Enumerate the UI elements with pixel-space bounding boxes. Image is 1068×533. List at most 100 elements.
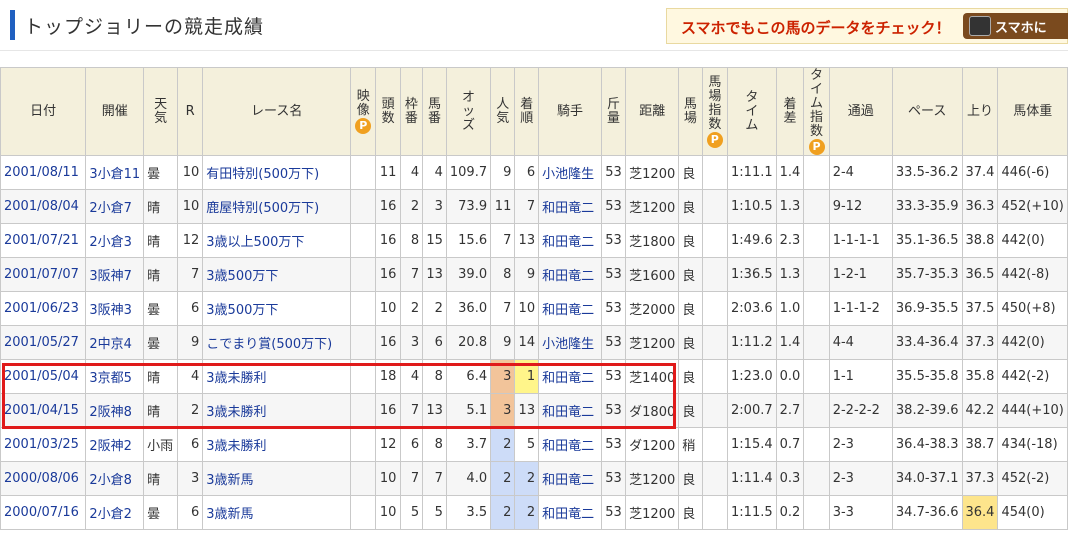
kaisai-link[interactable]: 2小倉7 (85, 189, 145, 224)
jockey-link[interactable]: 和田竜二 (538, 427, 602, 462)
race-name-link[interactable]: 3歳以上500万下 (202, 223, 352, 258)
jockey-link-text[interactable]: 和田竜二 (542, 439, 594, 454)
kaisai-link[interactable]: 2小倉8 (85, 461, 145, 496)
race-date-link[interactable]: 2001/05/04 (0, 359, 87, 394)
smartphone-button[interactable]: スマホに (963, 13, 1068, 39)
jockey-link[interactable]: 和田竜二 (538, 291, 602, 326)
race-name-link[interactable]: こでまり賞(500万下) (202, 325, 352, 360)
race-name-link[interactable]: 3歳500万下 (202, 257, 352, 292)
baba-text: 良 (682, 303, 696, 318)
jockey-link-text[interactable]: 和田竜二 (542, 303, 594, 318)
race-date-link-text[interactable]: 2001/04/15 (4, 403, 79, 418)
time: 1:23.0 (727, 359, 777, 394)
jockey-link-text[interactable]: 和田竜二 (542, 269, 594, 284)
jockey-link-text[interactable]: 和田竜二 (542, 201, 594, 216)
kaisai-link[interactable]: 2小倉3 (85, 223, 145, 258)
kaisai-link[interactable]: 2中京4 (85, 325, 145, 360)
race-date-link-text[interactable]: 2001/03/25 (4, 437, 79, 452)
race-name-link[interactable]: 3歳新馬 (202, 461, 352, 496)
distance-text: 芝1400 (629, 371, 676, 386)
race-name-link[interactable]: 3歳未勝利 (202, 393, 352, 428)
race-name-link-text[interactable]: こでまり賞(500万下) (206, 337, 332, 352)
jockey-link[interactable]: 和田竜二 (538, 189, 602, 224)
kaisai-link-text[interactable]: 2小倉2 (89, 507, 132, 522)
kaisai-link-text[interactable]: 2中京4 (89, 337, 132, 352)
race-date-link[interactable]: 2001/07/07 (0, 257, 87, 292)
kaisai-link[interactable]: 2阪神2 (85, 427, 145, 462)
kaisai-link-text[interactable]: 3阪神7 (89, 269, 132, 284)
race-name-link-text[interactable]: 3歳新馬 (206, 507, 253, 522)
race-date-link-text[interactable]: 2001/06/23 (4, 301, 79, 316)
kaisai-link-text[interactable]: 3京都5 (89, 371, 132, 386)
jockey-link[interactable]: 和田竜二 (538, 461, 602, 496)
race-name-link-text[interactable]: 3歳500万下 (206, 303, 278, 318)
kaisai-link[interactable]: 2小倉2 (85, 495, 145, 530)
jockey-link-text[interactable]: 小池隆生 (542, 167, 594, 182)
baba-text: 稍 (682, 439, 696, 454)
race-name-link-text[interactable]: 3歳未勝利 (206, 439, 266, 454)
race-name-link[interactable]: 3歳未勝利 (202, 427, 352, 462)
jockey-link-text[interactable]: 小池隆生 (542, 337, 594, 352)
race-date-link[interactable]: 2001/04/15 (0, 393, 87, 428)
race-date-link-text[interactable]: 2001/05/04 (4, 369, 79, 384)
race-date-link[interactable]: 2000/07/16 (0, 495, 87, 530)
kaisai-link[interactable]: 2阪神8 (85, 393, 145, 428)
race-name-link-text[interactable]: 3歳新馬 (206, 473, 253, 488)
chaku-text: 2 (526, 505, 536, 520)
jockey-link[interactable]: 小池隆生 (538, 325, 602, 360)
jockey-link[interactable]: 和田竜二 (538, 257, 602, 292)
jockey-link-text[interactable]: 和田竜二 (542, 235, 594, 250)
race-name-link-text[interactable]: 3歳500万下 (206, 269, 278, 284)
race-name-link[interactable]: 3歳未勝利 (202, 359, 352, 394)
kaisai-link[interactable]: 3小倉11 (85, 155, 145, 190)
kaisai-link-text[interactable]: 3阪神3 (89, 303, 132, 318)
kaisai-link-text[interactable]: 2阪神2 (89, 439, 132, 454)
race-date-link[interactable]: 2001/05/27 (0, 325, 87, 360)
race-date-link-text[interactable]: 2001/08/04 (4, 199, 79, 214)
race-date-link-text[interactable]: 2001/08/11 (4, 165, 79, 180)
race-name-link[interactable]: 3歳新馬 (202, 495, 352, 530)
race-date-link[interactable]: 2001/07/21 (0, 223, 87, 258)
agari: 35.8 (961, 359, 999, 394)
jockey-link-text[interactable]: 和田竜二 (542, 473, 594, 488)
race-date-link-text[interactable]: 2001/07/07 (4, 267, 79, 282)
jockey-link-text[interactable]: 和田竜二 (542, 405, 594, 420)
jockey-link[interactable]: 和田竜二 (538, 495, 602, 530)
jockey-link[interactable]: 和田竜二 (538, 359, 602, 394)
race-date-link[interactable]: 2001/08/04 (0, 189, 87, 224)
kaisai-link[interactable]: 3阪神3 (85, 291, 145, 326)
race-name-link-text[interactable]: 3歳未勝利 (206, 405, 266, 420)
jockey-link[interactable]: 小池隆生 (538, 155, 602, 190)
race-date-link[interactable]: 2001/08/11 (0, 155, 87, 190)
race-date-link-text[interactable]: 2001/07/21 (4, 233, 79, 248)
race-name-link[interactable]: 3歳500万下 (202, 291, 352, 326)
race-name-link-text[interactable]: 鹿屋特別(500万下) (206, 201, 319, 216)
kaisai-link[interactable]: 3阪神7 (85, 257, 145, 292)
jockey-link-text[interactable]: 和田竜二 (542, 507, 594, 522)
kaisai-link-text[interactable]: 2阪神8 (89, 405, 132, 420)
passing: 9-12 (828, 189, 893, 224)
race-date-link-text[interactable]: 2001/05/27 (4, 335, 79, 350)
jockey-link[interactable]: 和田竜二 (538, 223, 602, 258)
jockey-link[interactable]: 和田竜二 (538, 393, 602, 428)
race-name-link-text[interactable]: 3歳以上500万下 (206, 235, 304, 250)
kaisai-link-text[interactable]: 2小倉8 (89, 473, 132, 488)
kaisai-link-text[interactable]: 2小倉7 (89, 201, 132, 216)
race-name-link-text[interactable]: 有田特別(500万下) (206, 167, 319, 182)
race-date-link[interactable]: 2001/03/25 (0, 427, 87, 462)
race-date-link-text[interactable]: 2000/07/16 (4, 505, 79, 520)
jockey-link-text[interactable]: 和田竜二 (542, 371, 594, 386)
kaisai-link-text[interactable]: 2小倉3 (89, 235, 132, 250)
uma-text: 4 (434, 165, 443, 180)
kaisai-link-text[interactable]: 3小倉11 (89, 167, 140, 182)
race-date-link[interactable]: 2000/08/06 (0, 461, 87, 496)
race-name-link[interactable]: 鹿屋特別(500万下) (202, 189, 352, 224)
time-text: 1:11.2 (731, 335, 773, 350)
smartphone-promo-banner[interactable]: スマホでもこの馬のデータをチェック！ スマホに (666, 8, 1068, 44)
kaisai-link[interactable]: 3京都5 (85, 359, 145, 394)
time-index-cell (803, 359, 830, 394)
race-date-link[interactable]: 2001/06/23 (0, 291, 87, 326)
race-name-link[interactable]: 有田特別(500万下) (202, 155, 352, 190)
race-date-link-text[interactable]: 2000/08/06 (4, 471, 79, 486)
race-name-link-text[interactable]: 3歳未勝利 (206, 371, 266, 386)
